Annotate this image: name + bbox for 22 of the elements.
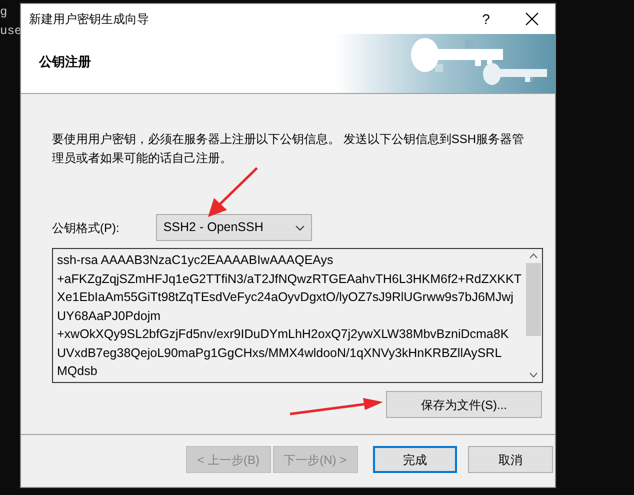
key-text-line: +xwOkXQy9SL2bfGzjFd5nv/exr9IDuDYmLhH2oxQ7j2ywXLW38MbvBzniDcma8K (57, 326, 510, 343)
window-title: 新建用户密钥生成向导 (29, 11, 150, 28)
key-text-line: MQdsb (57, 363, 98, 380)
help-button[interactable]: ? (463, 4, 509, 34)
public-key-text-area[interactable] (52, 248, 543, 383)
wizard-button[interactable]: 取消 (468, 446, 553, 473)
annotation-arrow (205, 165, 260, 220)
key-text-line: +aFKZgZqjSZmHFJq1eG2TTfiN3/aT2JfNQwzRTGEAahvTH6L3HKM6f2+RdZXKKT (57, 270, 522, 288)
terminal-text: use (0, 23, 22, 40)
page-title: 公钥注册 (38, 53, 91, 71)
save-to-file-button[interactable]: 保存为文件(S)... (386, 391, 542, 418)
format-dropdown[interactable]: SSH2 - OpenSSH (156, 214, 312, 241)
key-text-line: UY68AaPJ0Pdojm (57, 308, 162, 325)
description-text: 要使用用户密钥，必须在服务器上注册以下公钥信息。 发送以下公钥信息到SSH服务器管理员或者如果可能的话自己注册。 (52, 131, 526, 167)
key-text-line: ssh-rsa AAAAB3NzaC1yc2EAAAABIwAAAQEAys (57, 252, 334, 269)
close-icon (525, 12, 539, 26)
caret-icon (295, 224, 306, 230)
wizard-button[interactable]: 完成 (372, 446, 458, 473)
key-text-line: UVxdB7eg38QejoL90maPg1GgCHxs/MMX4wldooN/1qXNVy3kHnKRBZllAySRL (57, 344, 503, 362)
format-label: 公钥格式(P): (52, 220, 120, 236)
terminal-text: g (0, 4, 8, 21)
key-text-line: Xe1EbIaAm55GiTt98tZqTEsdVeFyc24aOyvDgxtO/lyOZ7sJ9RlUGrww9s7bJ6MJwj (57, 289, 514, 306)
